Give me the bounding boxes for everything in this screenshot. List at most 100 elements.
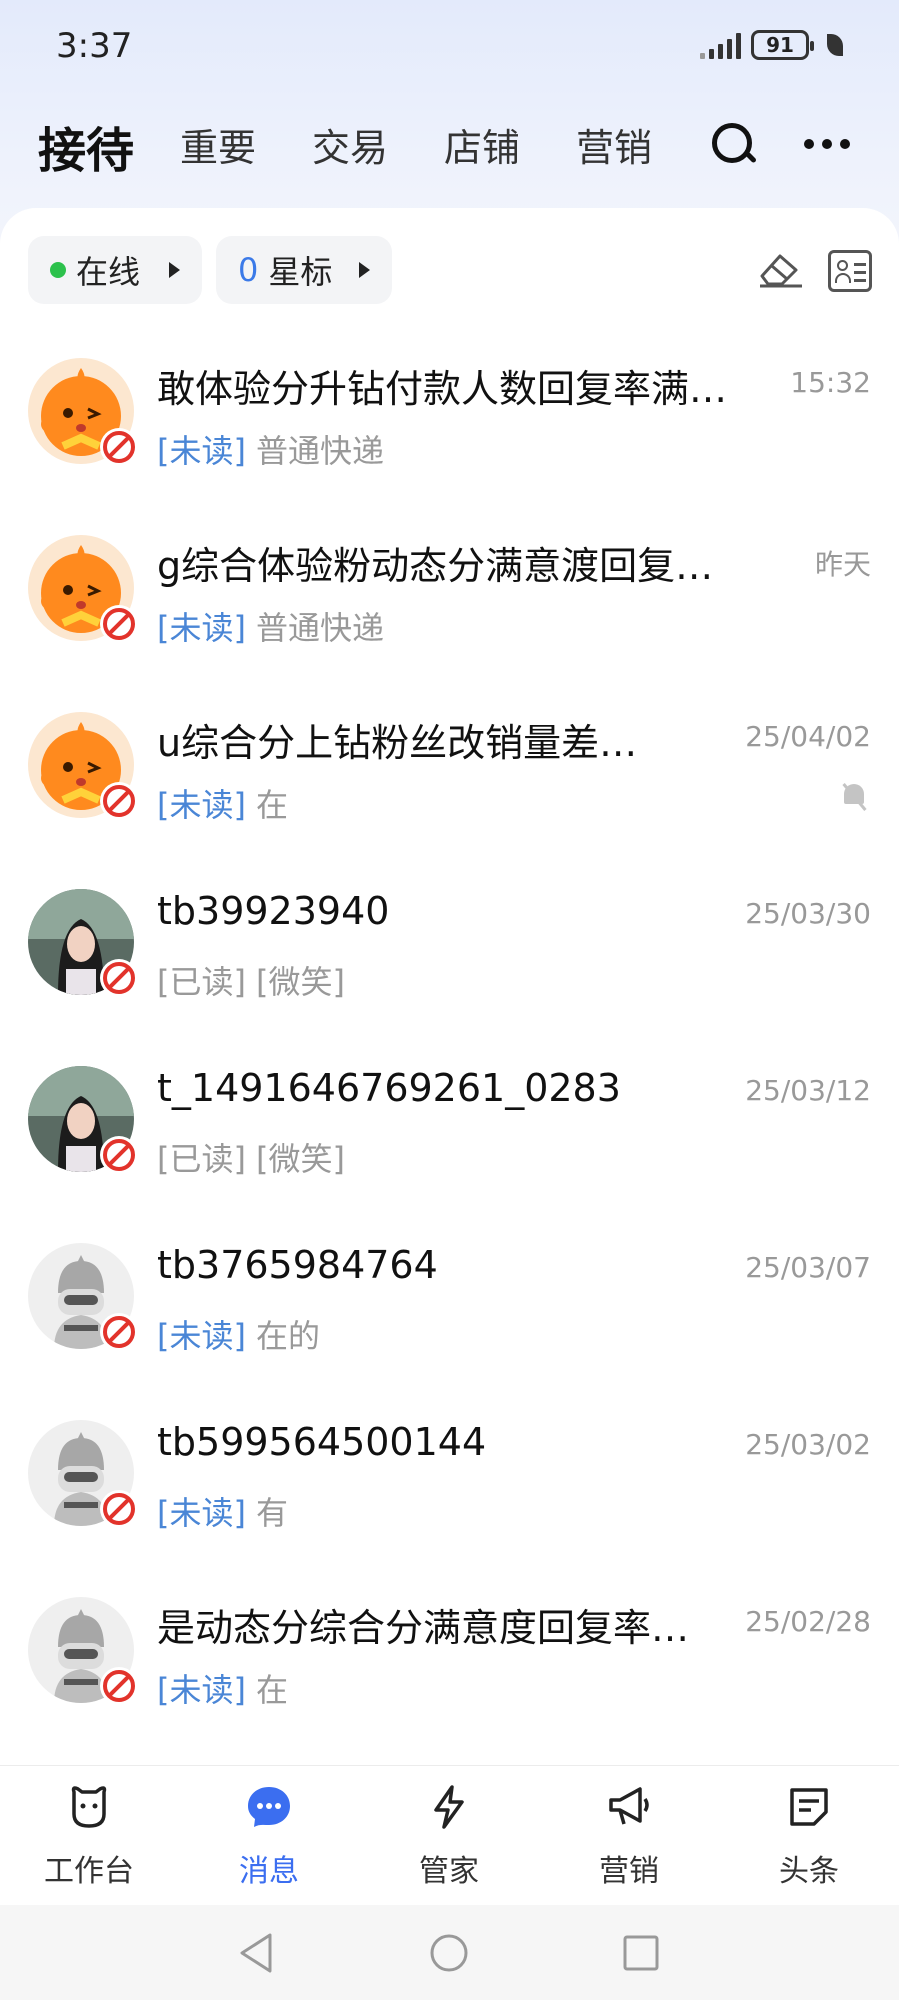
preview-text: 普通快递 (255, 609, 384, 647)
read-status-tag: [已读] (157, 963, 246, 1001)
filter-row: 在线 0 星标 (28, 236, 872, 304)
nav-messages[interactable]: 消息 (204, 1784, 334, 1890)
caret-right-icon (169, 262, 180, 278)
blocked-icon (100, 605, 138, 643)
conversation-preview: [未读] 普通快递 (157, 603, 384, 649)
read-status-tag: [未读] (157, 1494, 246, 1532)
system-nav-bar (0, 1905, 899, 2000)
nav-label: 头条 (779, 1854, 839, 1889)
nav-marketing[interactable]: 营销 (564, 1784, 694, 1890)
conversation-row[interactable]: tb3765984764 25/03/07 [未读] 在的 (0, 1243, 899, 1420)
conversation-preview: [未读] 普通快递 (157, 426, 384, 472)
conversation-time: 25/03/12 (745, 1074, 871, 1107)
conversation-title: 是动态分综合分满意度回复率… (157, 1606, 690, 1650)
blocked-icon (100, 959, 138, 997)
conversation-title: g综合体验粉动态分满意渡回复… (157, 544, 714, 588)
conversation-row[interactable]: g综合体验粉动态分满意渡回复… 昨天 [未读] 普通快递 (0, 535, 899, 712)
search-icon[interactable] (712, 123, 758, 167)
eraser-icon[interactable] (756, 250, 804, 288)
nav-butler[interactable]: 管家 (384, 1784, 514, 1890)
battery-icon: 91 (751, 30, 814, 60)
blocked-icon (100, 428, 138, 466)
status-time: 3:37 (56, 26, 133, 66)
preview-text: 在的 (255, 1317, 320, 1355)
message-icon (248, 1787, 290, 1827)
conversation-title: t_1491646769261_0283 (157, 1066, 621, 1110)
conversation-list: 敢体验分升钻付款人数回复率满… 15:32 [未读] 普通快递 g综合体验粉动态分满意渡… (0, 358, 899, 1774)
conversation-row[interactable]: 是动态分综合分满意度回复率… 25/02/28 [未读] 在 (0, 1597, 899, 1774)
nav-label: 管家 (419, 1854, 479, 1889)
conversation-title: tb599564500144 (157, 1420, 487, 1464)
nav-headlines[interactable]: 头条 (744, 1784, 874, 1890)
read-status-tag: [未读] (157, 609, 246, 647)
conversation-title: tb39923940 (157, 889, 390, 933)
preview-text: 有 (255, 1494, 288, 1532)
conversation-time: 25/03/30 (745, 897, 871, 930)
home-icon[interactable] (429, 1933, 469, 1973)
bottom-nav: 工作台 消息 管家 营销 头条 (0, 1765, 899, 1905)
read-status-tag: [已读] (157, 1140, 246, 1178)
signal-icon (700, 31, 741, 59)
tab-shop[interactable]: 店铺 (444, 117, 520, 172)
conversation-time: 25/03/07 (745, 1251, 871, 1284)
blocked-icon (100, 1313, 138, 1351)
avatar[interactable] (28, 1597, 138, 1705)
conversation-preview: [已读] [微笑] (157, 957, 345, 1003)
conversation-preview: [未读] 有 (157, 1488, 288, 1534)
conversation-time: 25/04/02 (745, 720, 871, 753)
online-status-button[interactable]: 在线 (28, 236, 202, 304)
tab-trade[interactable]: 交易 (312, 117, 388, 172)
more-icon[interactable] (804, 139, 850, 149)
conversation-panel: 在线 0 星标 敢体验分升钻付款人数回复率满… 15:32 [未读] 普通快递 g综合体… (0, 208, 899, 1768)
nav-workbench[interactable]: 工作台 (24, 1784, 154, 1890)
nav-label: 营销 (599, 1854, 659, 1889)
power-saving-icon (827, 34, 843, 56)
caret-right-icon (359, 262, 370, 278)
avatar[interactable] (28, 358, 138, 466)
avatar[interactable] (28, 535, 138, 643)
preview-text: 普通快递 (255, 432, 384, 470)
tab-reception[interactable]: 接待 (38, 111, 134, 181)
blocked-icon (100, 1490, 138, 1528)
avatar[interactable] (28, 1243, 138, 1351)
conversation-title: tb3765984764 (157, 1243, 438, 1287)
conversation-row[interactable]: tb39923940 25/03/30 [已读] [微笑] (0, 889, 899, 1066)
avatar[interactable] (28, 1066, 138, 1174)
conversation-row[interactable]: tb599564500144 25/03/02 [未读] 有 (0, 1420, 899, 1597)
blocked-icon (100, 782, 138, 820)
conversation-preview: [未读] 在 (157, 1665, 288, 1711)
avatar[interactable] (28, 889, 138, 997)
back-icon[interactable] (236, 1931, 276, 1975)
blocked-icon (100, 1136, 138, 1174)
conversation-time: 25/03/02 (745, 1428, 871, 1461)
conversation-row[interactable]: t_1491646769261_0283 25/03/12 [已读] [微笑] (0, 1066, 899, 1243)
online-label: 在线 (76, 253, 141, 291)
avatar[interactable] (28, 712, 138, 820)
conversation-title: 敢体验分升钻付款人数回复率满… (157, 367, 728, 411)
read-status-tag: [未读] (157, 786, 246, 824)
read-status-tag: [未读] (157, 1671, 246, 1709)
top-tabs: 接待 重要 交易 店铺 营销 (0, 95, 899, 205)
contact-card-icon[interactable] (828, 250, 872, 292)
preview-text: 在 (255, 786, 288, 824)
conversation-preview: [未读] 在的 (157, 1311, 320, 1357)
star-filter-button[interactable]: 0 星标 (216, 236, 392, 304)
conversation-time: 昨天 (814, 548, 871, 581)
preview-text: [微笑] (255, 963, 345, 1001)
conversation-preview: [已读] [微笑] (157, 1134, 345, 1180)
blocked-icon (100, 1667, 138, 1705)
avatar[interactable] (28, 1420, 138, 1528)
recents-icon[interactable] (622, 1934, 660, 1972)
headline-icon (790, 1788, 828, 1826)
conversation-row[interactable]: 敢体验分升钻付款人数回复率满… 15:32 [未读] 普通快递 (0, 358, 899, 535)
nav-label: 工作台 (44, 1854, 134, 1889)
online-dot-icon (50, 262, 66, 278)
tab-marketing[interactable]: 营销 (576, 117, 652, 172)
read-status-tag: [未读] (157, 1317, 246, 1355)
conversation-preview: [未读] 在 (157, 780, 288, 826)
star-label: 星标 (268, 253, 333, 291)
muted-bell-icon (841, 782, 867, 812)
conversation-time: 25/02/28 (745, 1605, 871, 1638)
tab-important[interactable]: 重要 (180, 117, 256, 172)
conversation-row[interactable]: u综合分上钻粉丝改销量差… 25/04/02 [未读] 在 (0, 712, 899, 889)
